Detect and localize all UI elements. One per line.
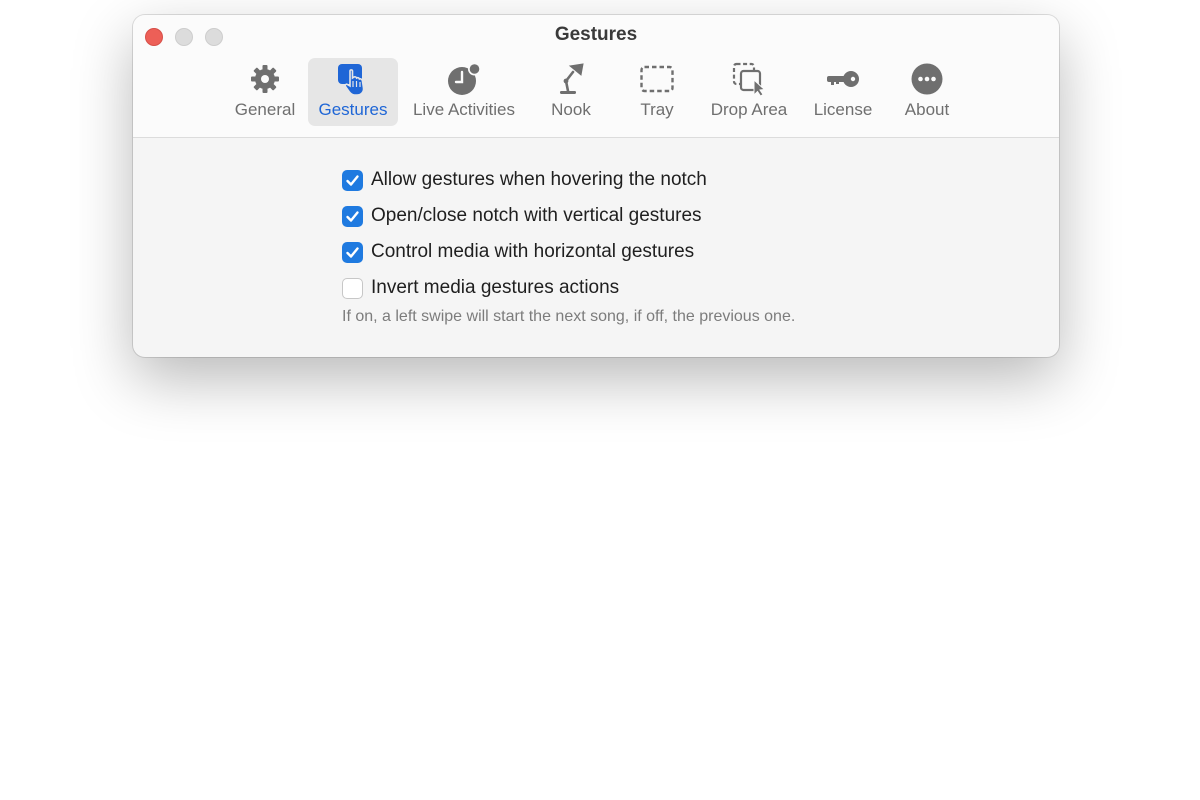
option-vertical-gestures: Open/close notch with vertical gestures — [342, 205, 942, 242]
checkmark-icon — [346, 211, 359, 222]
tab-tray[interactable]: Tray — [621, 58, 693, 126]
gesture-settings: Allow gestures when hovering the notch O… — [342, 169, 942, 325]
checkmark-icon — [346, 175, 359, 186]
tab-live-activities[interactable]: Live Activities — [401, 58, 527, 126]
window-title: Gestures — [554, 24, 638, 45]
option-allow-gestures-hover: Allow gestures when hovering the notch — [342, 169, 942, 206]
tab-about[interactable]: About — [893, 58, 961, 126]
gear-icon — [248, 62, 282, 96]
option-label[interactable]: Allow gestures when hovering the notch — [371, 169, 707, 191]
tab-tray-label: Tray — [640, 100, 674, 119]
tab-license-label: License — [813, 100, 873, 119]
tab-gestures-label: Gestures — [318, 100, 388, 119]
option-horizontal-gestures: Control media with horizontal gestures — [342, 241, 942, 278]
tab-license[interactable]: License — [805, 58, 881, 126]
option-label[interactable]: Control media with horizontal gestures — [371, 241, 694, 263]
tab-general-label: General — [234, 100, 296, 119]
preferences-window: Gestures General Gestures Live Activitie… — [133, 15, 1059, 357]
tab-drop-area-label: Drop Area — [710, 100, 788, 119]
key-icon — [826, 62, 860, 96]
desk-lamp-icon — [554, 62, 588, 96]
option-label[interactable]: Invert media gestures actions — [371, 277, 619, 299]
invert-gestures-help-text: If on, a left swipe will start the next … — [342, 308, 796, 325]
tab-drop-area[interactable]: Drop Area — [705, 58, 793, 126]
tab-about-label: About — [904, 100, 950, 119]
ellipsis-circle-icon — [910, 62, 944, 96]
checkbox-allow-gestures-hover[interactable] — [342, 170, 363, 191]
option-label[interactable]: Open/close notch with vertical gestures — [371, 205, 702, 227]
checkmark-icon — [346, 247, 359, 258]
tab-nook[interactable]: Nook — [535, 58, 607, 126]
dashed-rectangle-icon — [640, 62, 674, 96]
titlebar: Gestures General Gestures Live Activitie… — [133, 15, 1059, 138]
tab-gestures[interactable]: Gestures — [308, 58, 398, 126]
checkbox-vertical-gestures[interactable] — [342, 206, 363, 227]
tab-nook-label: Nook — [551, 100, 591, 119]
checkbox-invert-media-gestures[interactable] — [342, 278, 363, 299]
hand-tap-icon — [336, 62, 370, 96]
tab-live-activities-label: Live Activities — [412, 100, 516, 119]
dashed-square-cursor-icon — [732, 62, 766, 96]
clock-badge-icon — [447, 62, 481, 96]
tab-general[interactable]: General — [225, 58, 305, 126]
checkbox-horizontal-gestures[interactable] — [342, 242, 363, 263]
